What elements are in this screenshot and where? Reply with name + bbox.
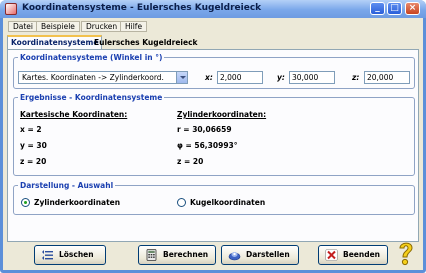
result-y: y = 30	[20, 141, 47, 150]
client-area: Datei Beispiele Drucken Hilfe Koordinate…	[3, 18, 423, 270]
tab-koordinatensysteme[interactable]: Koordinatensysteme	[7, 35, 103, 49]
title-bar[interactable]: Koordinatensysteme - Eulersches Kugeldre…	[0, 0, 426, 18]
z-input[interactable]: 20,000	[364, 71, 410, 84]
x-label: x:	[205, 73, 213, 82]
display-legend: Darstellung - Auswahl	[18, 181, 116, 190]
menu-drucken[interactable]: Drucken	[81, 21, 123, 32]
close-button[interactable]: ×	[405, 2, 420, 15]
y-label: y:	[277, 73, 285, 82]
beenden-button[interactable]: Beenden	[318, 245, 388, 265]
darstellen-button[interactable]: Darstellen	[221, 245, 299, 265]
berechnen-label: Berechnen	[163, 250, 209, 259]
minimize-button[interactable]: _	[370, 2, 385, 15]
results-group: Ergebnisse - Koordinatensysteme Kartesis…	[13, 93, 415, 176]
z-label: z:	[352, 73, 360, 82]
x-input[interactable]: 2,000	[217, 71, 263, 84]
result-z: z = 20	[20, 157, 47, 166]
tab-strip: Koordinatensysteme Eulersches Kugeldreie…	[3, 35, 423, 49]
calculator-icon	[146, 249, 157, 261]
menu-bar: Datei Beispiele Drucken Hilfe	[3, 18, 423, 34]
y-input[interactable]: 30,000	[289, 71, 335, 84]
tab-eulersches-kugeldreieck[interactable]: Eulersches Kugeldreieck	[91, 37, 201, 49]
loeschen-label: Löschen	[59, 250, 94, 259]
exit-x-icon	[325, 249, 338, 261]
berechnen-button[interactable]: Berechnen	[138, 245, 216, 265]
cylinder-heading: Zylinderkoordinaten:	[177, 110, 267, 119]
maximize-button[interactable]: □	[387, 2, 402, 15]
coordsys-group: Koordinatensysteme (Winkel in °) Kartes.…	[13, 53, 415, 89]
beenden-label: Beenden	[343, 250, 381, 259]
result-x: x = 2	[20, 125, 42, 134]
chart-display-icon	[228, 252, 241, 261]
chevron-down-icon[interactable]	[176, 72, 187, 83]
radio-label-kugel[interactable]: Kugelkoordinaten	[190, 198, 265, 207]
menu-datei[interactable]: Datei	[8, 21, 39, 32]
result-phi: φ = 56,30993°	[177, 141, 238, 150]
app-window: Koordinatensysteme - Eulersches Kugeldre…	[0, 0, 426, 273]
result-r: r = 30,06659	[177, 125, 232, 134]
coordsys-select-value: Kartes. Koordinaten -> Zylinderkoord.	[22, 73, 164, 82]
list-clear-icon	[42, 250, 53, 260]
radio-zylinderkoordinaten[interactable]	[21, 198, 30, 207]
coordsys-legend: Koordinatensysteme (Winkel in °)	[18, 53, 165, 62]
app-icon	[5, 3, 17, 15]
results-legend: Ergebnisse - Koordinatensysteme	[18, 93, 165, 102]
loeschen-button[interactable]: Löschen	[34, 245, 106, 265]
cartesian-heading: Kartesische Koordinaten:	[20, 110, 128, 119]
menu-hilfe[interactable]: Hilfe	[120, 21, 148, 32]
darstellen-label: Darstellen	[246, 250, 290, 259]
display-group: Darstellung - Auswahl Zylinderkoordinate…	[13, 181, 415, 215]
result-cyl-z: z = 20	[177, 157, 204, 166]
radio-kugelkoordinaten[interactable]	[177, 198, 186, 207]
window-title: Koordinatensysteme - Eulersches Kugeldre…	[22, 3, 262, 13]
coordsys-select[interactable]: Kartes. Koordinaten -> Zylinderkoord.	[18, 71, 188, 84]
tab-panel: Koordinatensysteme (Winkel in °) Kartes.…	[7, 49, 419, 242]
menu-beispiele[interactable]: Beispiele	[36, 21, 80, 32]
radio-label-zylinder[interactable]: Zylinderkoordinaten	[34, 198, 120, 207]
button-bar: Löschen Berechnen Darstellen Beenden	[7, 242, 419, 267]
help-question-icon[interactable]	[394, 239, 418, 267]
